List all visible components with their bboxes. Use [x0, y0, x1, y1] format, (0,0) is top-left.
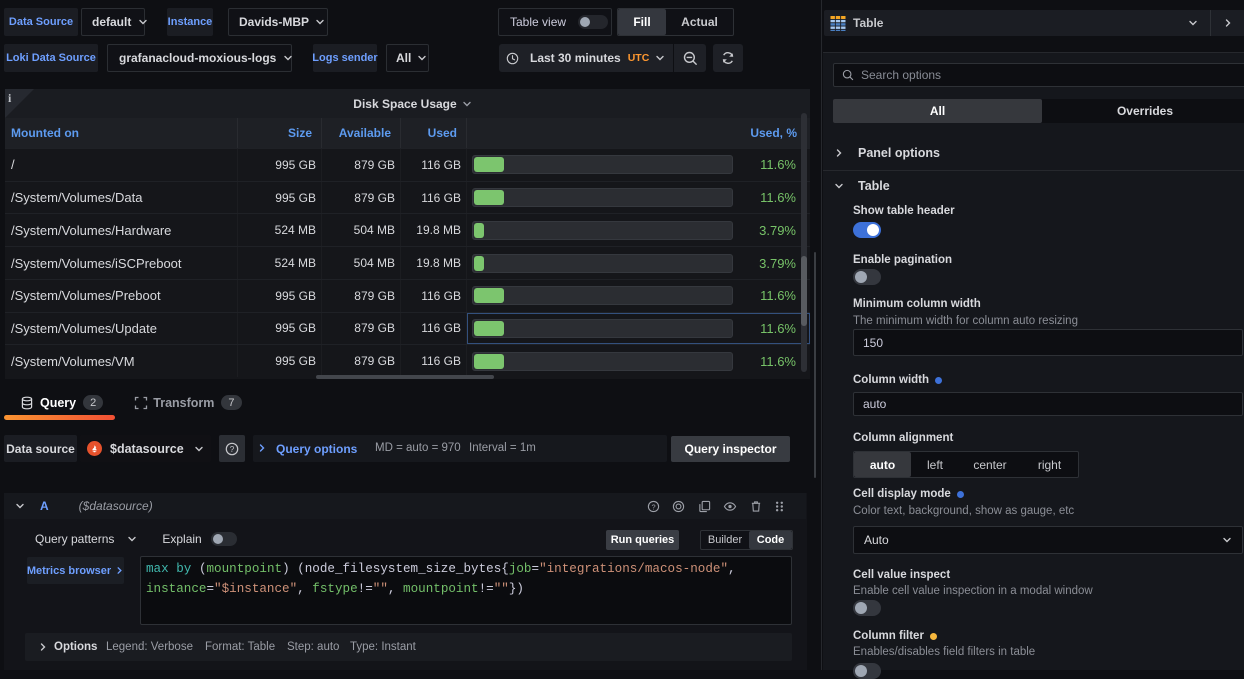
svg-text:?: ?	[651, 502, 655, 511]
svg-text:?: ?	[230, 445, 235, 454]
